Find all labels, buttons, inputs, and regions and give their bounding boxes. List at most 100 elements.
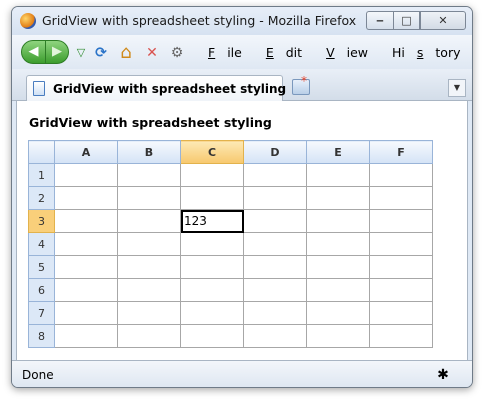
close-button[interactable]: ✕ bbox=[420, 11, 466, 30]
grid-cell[interactable] bbox=[243, 232, 307, 256]
grid-cell[interactable] bbox=[180, 324, 244, 348]
history-dropdown-icon[interactable]: ▽ bbox=[72, 44, 90, 62]
menu-edit[interactable]: Edit bbox=[266, 45, 314, 60]
grid-cell[interactable] bbox=[117, 255, 181, 279]
grid-cell[interactable] bbox=[117, 209, 181, 233]
forward-button[interactable]: ▶ bbox=[44, 41, 68, 63]
grid-cell[interactable] bbox=[306, 324, 370, 348]
grid-cell[interactable] bbox=[54, 278, 118, 302]
grid-row: 6 bbox=[28, 278, 433, 302]
grid-cell[interactable] bbox=[54, 324, 118, 348]
grid-cell[interactable] bbox=[243, 163, 307, 187]
new-tab-button[interactable]: * bbox=[292, 74, 310, 95]
grid-cell[interactable] bbox=[180, 278, 244, 302]
grid-corner bbox=[28, 140, 55, 164]
column-header[interactable]: E bbox=[306, 140, 370, 164]
grid-cell[interactable] bbox=[54, 186, 118, 210]
row-header[interactable]: 7 bbox=[28, 301, 55, 325]
grid-cell[interactable] bbox=[117, 163, 181, 187]
grid-cell[interactable] bbox=[243, 301, 307, 325]
column-header[interactable]: D bbox=[243, 140, 307, 164]
menu-file[interactable]: File bbox=[208, 45, 254, 60]
grid-cell[interactable] bbox=[306, 255, 370, 279]
grid-cell[interactable] bbox=[243, 324, 307, 348]
grid-cell[interactable] bbox=[54, 255, 118, 279]
grid-cell[interactable] bbox=[117, 278, 181, 302]
tab-active[interactable]: GridView with spreadsheet styling bbox=[26, 75, 287, 101]
row-header[interactable]: 3 bbox=[28, 209, 55, 233]
grid-cell[interactable] bbox=[306, 186, 370, 210]
grid-cell[interactable] bbox=[306, 301, 370, 325]
settings-icon[interactable]: ⚙ bbox=[168, 44, 186, 62]
grid-cell[interactable] bbox=[243, 278, 307, 302]
grid-cell[interactable] bbox=[117, 301, 181, 325]
grid-cell[interactable] bbox=[54, 209, 118, 233]
menu-bar: File Edit View History Bookmarks Tools H bbox=[208, 45, 472, 60]
grid-cell[interactable] bbox=[369, 278, 433, 302]
grid-cell[interactable] bbox=[243, 186, 307, 210]
status-bar: Done ✱ bbox=[12, 360, 472, 387]
addon-bug-icon[interactable]: ✱ bbox=[434, 366, 452, 384]
menu-history[interactable]: Hi s tory bbox=[392, 45, 472, 60]
home-icon[interactable]: ⌂ bbox=[117, 44, 135, 62]
stop-icon[interactable]: ✕ bbox=[143, 44, 161, 62]
row-header[interactable]: 1 bbox=[28, 163, 55, 187]
grid-cell[interactable] bbox=[180, 255, 244, 279]
row-header[interactable]: 4 bbox=[28, 232, 55, 256]
grid-cell[interactable] bbox=[369, 324, 433, 348]
header-row: ABCDEF bbox=[28, 140, 433, 164]
back-button[interactable]: ◀ bbox=[22, 41, 45, 63]
status-text: Done bbox=[22, 368, 54, 382]
grid-cell[interactable] bbox=[117, 232, 181, 256]
grid-cell[interactable] bbox=[117, 324, 181, 348]
back-forward-buttons: ◀ ▶ bbox=[21, 40, 69, 64]
grid-row: 3 123 bbox=[28, 209, 433, 233]
grid-row: 1 bbox=[28, 163, 433, 187]
spreadsheet-grid: ABCDEF 1 2 3 123 4 5 6 7 8 bbox=[28, 140, 433, 348]
grid-cell[interactable] bbox=[54, 232, 118, 256]
row-header[interactable]: 8 bbox=[28, 324, 55, 348]
grid-cell[interactable] bbox=[369, 301, 433, 325]
browser-window: GridView with spreadsheet styling - Mozi… bbox=[11, 6, 473, 388]
grid-cell[interactable] bbox=[180, 186, 244, 210]
maximize-button[interactable]: □ bbox=[393, 11, 420, 30]
grid-cell[interactable] bbox=[306, 278, 370, 302]
tab-bar: GridView with spreadsheet styling * ▼ bbox=[12, 69, 472, 101]
tab-label: GridView with spreadsheet styling bbox=[53, 82, 287, 96]
tab-list-button[interactable]: ▼ bbox=[448, 79, 466, 97]
column-header[interactable]: A bbox=[54, 140, 118, 164]
grid-row: 2 bbox=[28, 186, 433, 210]
grid-cell[interactable] bbox=[369, 255, 433, 279]
grid-cell[interactable] bbox=[306, 209, 370, 233]
grid-cell[interactable] bbox=[180, 301, 244, 325]
grid-row: 8 bbox=[28, 324, 433, 348]
grid-cell[interactable] bbox=[306, 163, 370, 187]
grid-cell[interactable] bbox=[306, 232, 370, 256]
minimize-icon: ‒ bbox=[376, 14, 384, 27]
grid-cell[interactable] bbox=[369, 186, 433, 210]
menu-view[interactable]: View bbox=[326, 45, 380, 60]
window-title: GridView with spreadsheet styling - Mozi… bbox=[42, 13, 357, 28]
grid-cell[interactable] bbox=[117, 186, 181, 210]
grid-cell[interactable] bbox=[243, 255, 307, 279]
column-header[interactable]: F bbox=[369, 140, 433, 164]
reload-icon[interactable]: ⟳ bbox=[92, 44, 110, 62]
row-header[interactable]: 5 bbox=[28, 255, 55, 279]
grid-cell[interactable] bbox=[369, 163, 433, 187]
row-header[interactable]: 2 bbox=[28, 186, 55, 210]
firefox-icon bbox=[20, 13, 36, 29]
minimize-button[interactable]: ‒ bbox=[366, 11, 393, 30]
grid-cell[interactable]: 123 bbox=[180, 209, 244, 233]
grid-cell[interactable] bbox=[54, 163, 118, 187]
row-header[interactable]: 6 bbox=[28, 278, 55, 302]
grid-cell[interactable] bbox=[180, 163, 244, 187]
new-tab-star-icon: * bbox=[301, 74, 307, 88]
grid-cell[interactable] bbox=[54, 301, 118, 325]
page-title: GridView with spreadsheet styling bbox=[29, 115, 272, 130]
grid-cell[interactable] bbox=[369, 209, 433, 233]
column-header[interactable]: B bbox=[117, 140, 181, 164]
column-header[interactable]: C bbox=[180, 140, 244, 164]
grid-cell[interactable] bbox=[180, 232, 244, 256]
grid-cell[interactable] bbox=[243, 209, 307, 233]
grid-cell[interactable] bbox=[369, 232, 433, 256]
